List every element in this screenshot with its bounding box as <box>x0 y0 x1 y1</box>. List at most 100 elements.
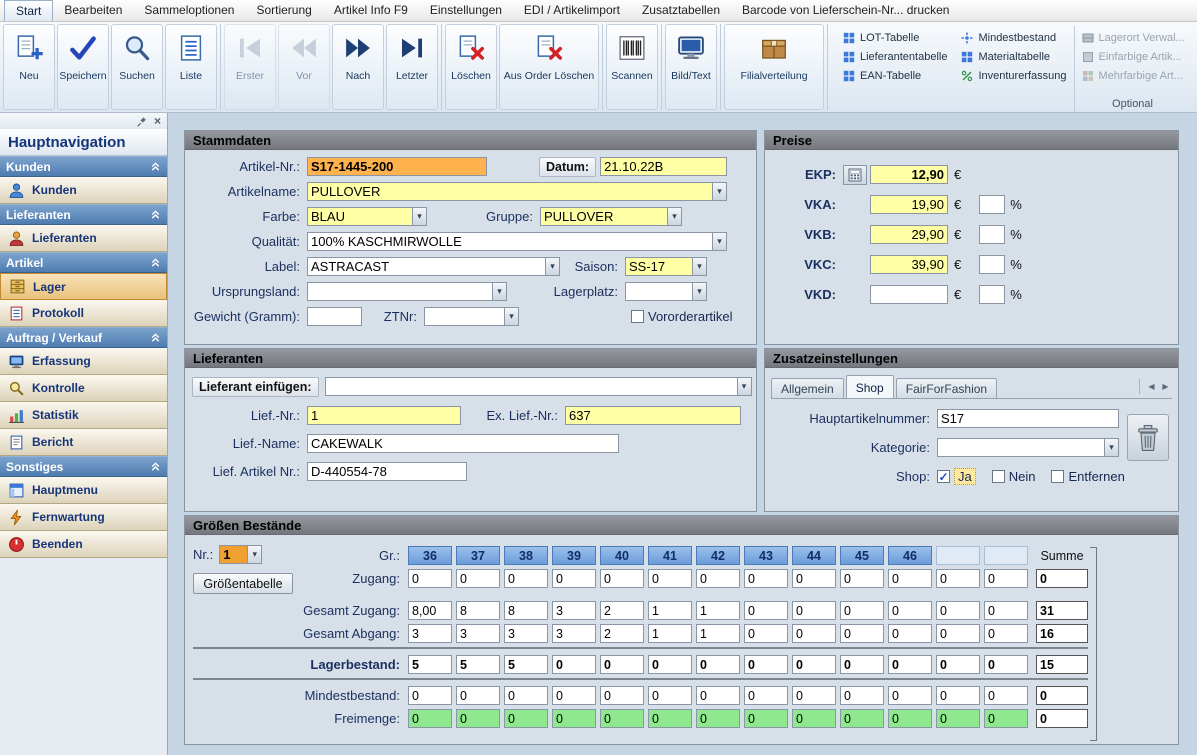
datum-field[interactable]: 21.10.22B <box>600 157 727 176</box>
size-cell[interactable]: 0 <box>696 686 740 705</box>
menu-item-zusatztabellen[interactable]: Zusatztabellen <box>631 0 731 21</box>
size-cell[interactable]: 0 <box>984 709 1028 728</box>
liste-button[interactable]: Liste <box>165 24 217 110</box>
dropdown-arrow-icon[interactable] <box>692 257 707 276</box>
size-cell[interactable]: 0 <box>984 601 1028 620</box>
ean-tabelle-button[interactable]: EAN-Tabelle <box>843 70 947 82</box>
sidebar-item-kunden[interactable]: Kunden <box>0 177 167 204</box>
dropdown-arrow-icon[interactable] <box>545 257 560 276</box>
sidebar-item-statistik[interactable]: Statistik <box>0 402 167 429</box>
size-cell[interactable]: 3 <box>456 624 500 643</box>
size-cell[interactable]: 0 <box>744 686 788 705</box>
lief-artikel-nr-field[interactable]: D-440554-78 <box>307 462 467 481</box>
menu-item-start[interactable]: Start <box>4 0 53 21</box>
size-cell[interactable]: 0 <box>984 655 1028 674</box>
size-cell[interactable]: 0 <box>456 709 500 728</box>
size-cell[interactable]: 0 <box>792 624 836 643</box>
sidebar-item-bericht[interactable]: Bericht <box>0 429 167 456</box>
size-cell[interactable]: 0 <box>600 686 644 705</box>
calculator-button[interactable] <box>843 165 867 185</box>
sidebar-item-protokoll[interactable]: Protokoll <box>0 300 167 327</box>
tab-scroll-left-icon[interactable] <box>1145 379 1158 394</box>
size-cell[interactable]: 2 <box>600 624 644 643</box>
vkd-percent-field[interactable] <box>979 285 1005 304</box>
qualitaet-field[interactable]: 100% KASCHMIRWOLLE <box>307 232 712 251</box>
dropdown-arrow-icon[interactable] <box>737 377 752 396</box>
saison-field[interactable]: SS-17 <box>625 257 692 276</box>
size-cell[interactable]: 0 <box>792 569 836 588</box>
size-cell[interactable]: 0 <box>648 709 692 728</box>
size-cell[interactable]: 0 <box>456 686 500 705</box>
menu-item-barcode-von-lieferschein-nr-drucken[interactable]: Barcode von Lieferschein-Nr... drucken <box>731 0 960 21</box>
artikelname-field[interactable]: PULLOVER <box>307 182 712 201</box>
tab-scroll-right-icon[interactable] <box>1159 379 1172 394</box>
size-cell[interactable]: 0 <box>936 709 980 728</box>
size-cell[interactable]: 0 <box>984 624 1028 643</box>
size-cell[interactable]: 0 <box>792 655 836 674</box>
size-cell[interactable]: 0 <box>696 569 740 588</box>
vkd-field[interactable] <box>870 285 948 304</box>
sidebar-group-header-kunden[interactable]: Kunden <box>0 156 167 177</box>
bild-text-button[interactable]: Bild/Text <box>665 24 717 110</box>
size-cell[interactable]: 0 <box>840 624 884 643</box>
mehrfarbige-artikel-button[interactable]: Mehrfarbige Art... <box>1082 70 1185 82</box>
dropdown-arrow-icon[interactable] <box>692 282 707 301</box>
size-cell[interactable]: 1 <box>648 601 692 620</box>
size-cell[interactable]: 8 <box>504 601 548 620</box>
size-cell[interactable]: 0 <box>408 686 452 705</box>
neu-button[interactable]: Neu <box>3 24 55 110</box>
label-field[interactable]: ASTRACAST <box>307 257 545 276</box>
lot-tabelle-button[interactable]: LOT-Tabelle <box>843 32 947 44</box>
shop-ja-checkbox[interactable] <box>937 470 950 483</box>
size-cell[interactable]: 1 <box>648 624 692 643</box>
sidebar-item-kontrolle[interactable]: Kontrolle <box>0 375 167 402</box>
vkc-percent-field[interactable] <box>979 255 1005 274</box>
size-cell[interactable]: 0 <box>792 709 836 728</box>
menu-item-bearbeiten[interactable]: Bearbeiten <box>53 0 133 21</box>
size-cell[interactable]: 0 <box>648 655 692 674</box>
size-cell[interactable]: 3 <box>552 624 596 643</box>
filialverteilung-button[interactable]: Filialverteilung <box>724 24 824 110</box>
size-cell[interactable]: 0 <box>504 569 548 588</box>
size-cell[interactable]: 0 <box>744 709 788 728</box>
size-cell[interactable]: 5 <box>408 655 452 674</box>
size-cell[interactable]: 0 <box>888 686 932 705</box>
close-icon[interactable] <box>154 115 161 127</box>
loeschen-button[interactable]: Löschen <box>445 24 497 110</box>
nr-field[interactable]: 1 <box>219 545 247 564</box>
shop-nein-checkbox[interactable] <box>992 470 1005 483</box>
size-cell[interactable]: 0 <box>936 569 980 588</box>
size-cell[interactable]: 5 <box>504 655 548 674</box>
size-cell[interactable]: 3 <box>552 601 596 620</box>
vka-percent-field[interactable] <box>979 195 1005 214</box>
delete-shop-entry-button[interactable] <box>1127 414 1169 461</box>
size-cell[interactable]: 3 <box>408 624 452 643</box>
vkb-field[interactable]: 29,90 <box>870 225 948 244</box>
size-cell[interactable]: 0 <box>552 709 596 728</box>
menu-item-edi-artikelimport[interactable]: EDI / Artikelimport <box>513 0 631 21</box>
dropdown-arrow-icon[interactable] <box>712 182 727 201</box>
tab-shop[interactable]: Shop <box>846 375 894 398</box>
pin-icon[interactable] <box>136 116 147 127</box>
size-cell[interactable]: 0 <box>840 569 884 588</box>
sidebar-item-fernwartung[interactable]: Fernwartung <box>0 504 167 531</box>
lagerort-verwaltung-button[interactable]: Lagerort Verwal... <box>1082 32 1185 44</box>
sidebar-group-header-artikel[interactable]: Artikel <box>0 252 167 273</box>
size-cell[interactable]: 0 <box>600 655 644 674</box>
size-cell[interactable]: 8 <box>456 601 500 620</box>
size-cell[interactable]: 0 <box>504 686 548 705</box>
size-cell[interactable]: 0 <box>984 686 1028 705</box>
size-cell[interactable]: 0 <box>600 569 644 588</box>
einfarbige-artikel-button[interactable]: Einfarbige Artik... <box>1082 51 1185 63</box>
sidebar-group-header-lieferanten[interactable]: Lieferanten <box>0 204 167 225</box>
groessentabelle-button[interactable]: Größentabelle <box>193 573 293 594</box>
gruppe-field[interactable]: PULLOVER <box>540 207 667 226</box>
sidebar-item-hauptmenu[interactable]: Hauptmenu <box>0 477 167 504</box>
menu-item-artikel-info-f9[interactable]: Artikel Info F9 <box>323 0 419 21</box>
letzter-button[interactable]: Letzter <box>386 24 438 110</box>
size-cell[interactable]: 1 <box>696 601 740 620</box>
ursprungsland-field[interactable] <box>307 282 492 301</box>
size-cell[interactable]: 0 <box>888 624 932 643</box>
size-cell[interactable]: 0 <box>552 686 596 705</box>
size-cell[interactable]: 0 <box>840 601 884 620</box>
